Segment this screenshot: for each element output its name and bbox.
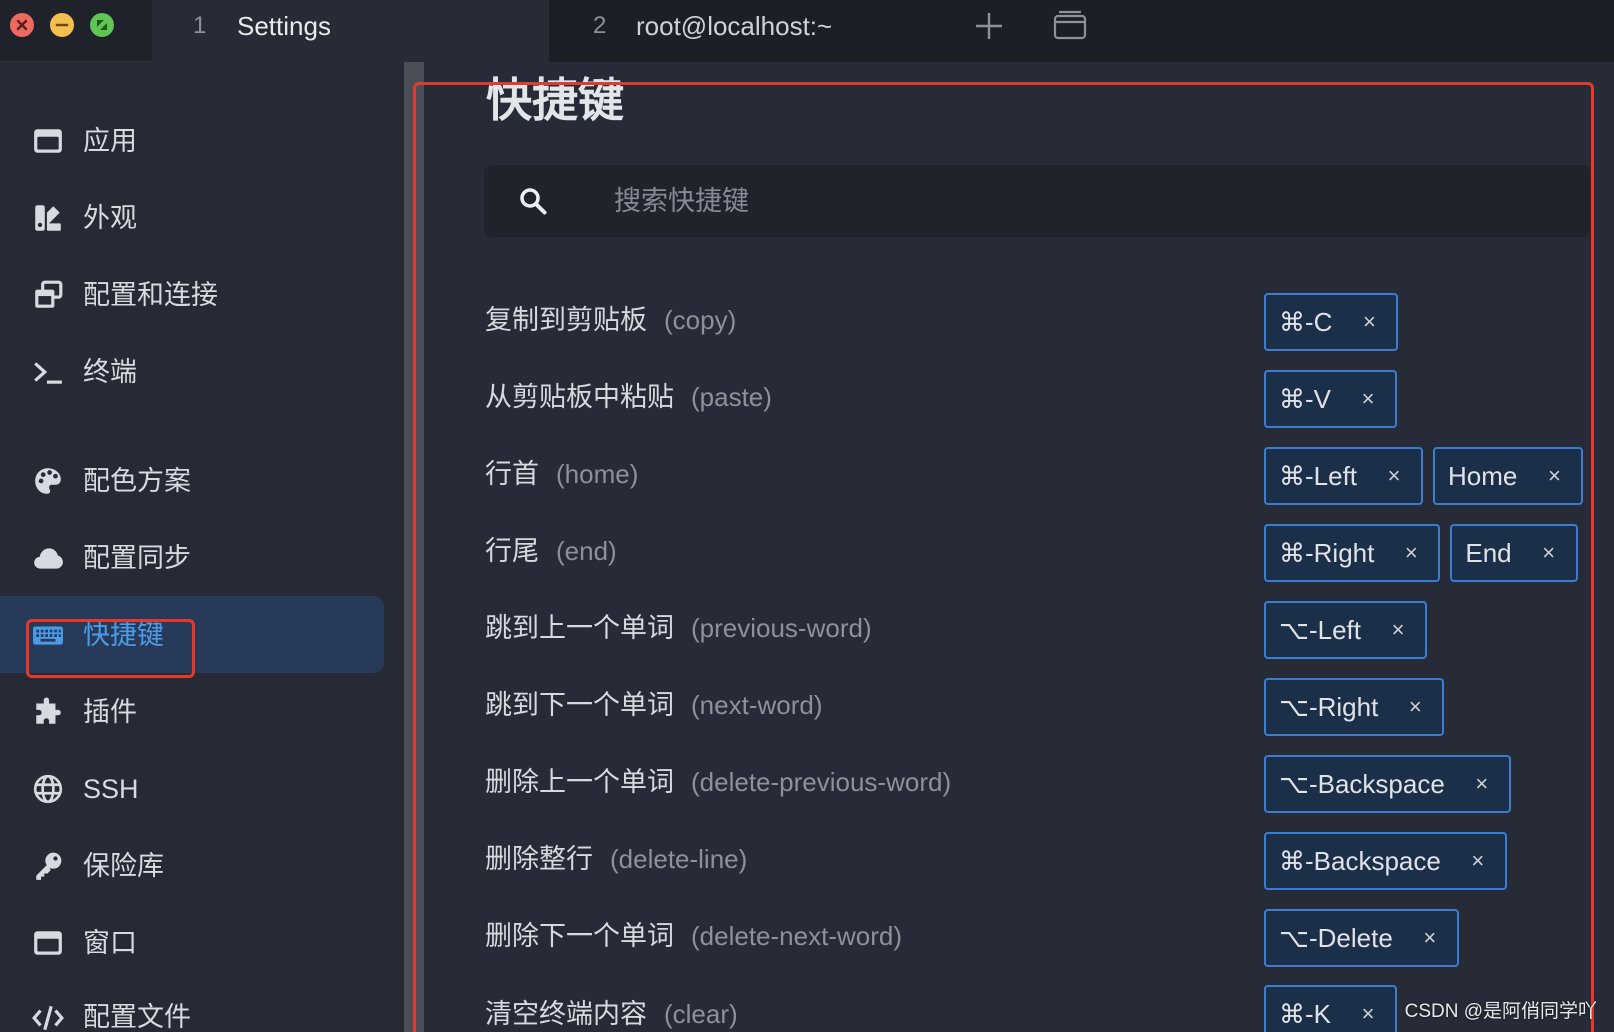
tab-title: Settings xyxy=(237,11,331,41)
sidebar-item-label: 保险库 xyxy=(83,850,164,881)
close-window-button[interactable] xyxy=(10,13,34,37)
tab-title: root@localhost:~ xyxy=(636,11,833,41)
close-icon xyxy=(16,19,28,31)
sidebar-item-label: 配置和连接 xyxy=(83,279,218,310)
new-tab-button[interactable] xyxy=(975,12,1003,40)
cloud-icon xyxy=(32,542,64,574)
sidebar-item-application[interactable]: 应用 xyxy=(0,102,384,179)
sidebar-item-label: 终端 xyxy=(83,356,137,387)
tab-number: 2 xyxy=(593,12,607,39)
sidebar-item-label: SSH xyxy=(83,773,139,804)
annotation-highlight-content xyxy=(413,82,1594,1032)
maximize-icon xyxy=(97,20,107,30)
sidebar-item-vault[interactable]: 保险库 xyxy=(0,827,384,904)
watermark: CSDN @是阿俏同学吖 xyxy=(1404,1001,1597,1022)
annotation-highlight-sidebar xyxy=(26,619,195,678)
sidebar-item-label: 配置同步 xyxy=(83,542,191,573)
window-controls xyxy=(0,0,152,62)
sidebar-item-config-sync[interactable]: 配置同步 xyxy=(0,519,384,596)
sidebar-item-window[interactable]: 窗口 xyxy=(0,904,384,981)
window-icon xyxy=(32,927,64,959)
tab-settings[interactable]: 1 Settings xyxy=(152,0,549,62)
sidebar-item-label: 外观 xyxy=(83,202,137,233)
sidebar-item-ssh[interactable]: SSH xyxy=(0,750,384,827)
sidebar-item-terminal[interactable]: 终端 xyxy=(0,333,384,410)
globe-icon xyxy=(32,773,64,805)
sidebar-item-label: 应用 xyxy=(83,125,137,156)
terminal-icon xyxy=(32,356,64,388)
plus-icon xyxy=(976,13,1002,39)
sidebar-item-label: 插件 xyxy=(83,696,137,727)
code-icon xyxy=(32,1002,64,1032)
sidebar-item-label: 窗口 xyxy=(83,927,137,958)
sidebar-item-plugins[interactable]: 插件 xyxy=(0,673,384,750)
palette-icon xyxy=(32,465,64,497)
sidebar-item-color-scheme[interactable]: 配色方案 xyxy=(0,442,384,519)
swatchbook-icon xyxy=(32,202,64,234)
sidebar-item-label: 配置文件 xyxy=(83,1002,191,1032)
sidebar-item-label: 配色方案 xyxy=(83,465,191,496)
minimize-window-button[interactable] xyxy=(50,13,74,37)
app-window-icon xyxy=(32,125,64,157)
puzzle-icon xyxy=(32,696,64,728)
minimize-icon xyxy=(55,23,69,27)
settings-sidebar: 应用 外观 配置和连接 终端 配色方案 配置同步 快捷键 插件 SSH 保险库 … xyxy=(0,62,404,1032)
maximize-window-button[interactable] xyxy=(90,13,114,37)
window-stack-icon xyxy=(1053,10,1087,40)
tab-number: 1 xyxy=(193,12,207,39)
tab-terminal[interactable]: 2 root@localhost:~ xyxy=(549,0,949,62)
sidebar-item-profiles-connections[interactable]: 配置和连接 xyxy=(0,256,384,333)
sidebar-item-appearance[interactable]: 外观 xyxy=(0,179,384,256)
key-icon xyxy=(32,850,64,882)
title-bar: 1 Settings 2 root@localhost:~ xyxy=(0,0,1614,62)
window-restore-icon xyxy=(32,279,64,311)
sidebar-item-config-file[interactable]: 配置文件 xyxy=(0,981,384,1032)
tabs-overview-button[interactable] xyxy=(1053,10,1087,40)
